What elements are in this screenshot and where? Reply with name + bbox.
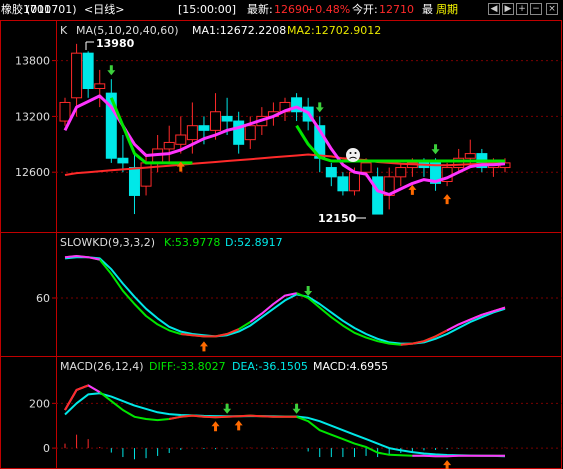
y-tick-label: 0 [43, 442, 50, 455]
candle-body [233, 120, 245, 145]
ma1-value: MA1:12672.2208 [192, 24, 286, 37]
candle-body [186, 125, 198, 141]
candle-body [59, 101, 71, 122]
change-value: +0.48% [306, 3, 351, 16]
candle-body [71, 52, 83, 99]
chart-area[interactable]: 13800 13200 12600 60 200 0 K MA(5,10,20,40,60… [0, 20, 563, 469]
y-tick-label: 200 [29, 397, 50, 410]
macd-lines [64, 384, 506, 458]
macd-overlay-flat [169, 414, 297, 420]
smiley-icon [346, 148, 360, 162]
candle-body [348, 171, 360, 192]
open-value: 12710 [379, 3, 414, 16]
y-tick-label: 60 [36, 292, 50, 305]
candle-body [395, 167, 407, 178]
y-tick-label: 12600 [15, 166, 50, 179]
period-label: <日线> [84, 3, 125, 16]
ma-params-label: MA(5,10,20,40,60) [76, 24, 179, 37]
ma2-value: MA2:12702.9012 [287, 24, 381, 37]
candle-body [117, 157, 129, 164]
signal-arrows [107, 65, 452, 469]
candle-body [221, 115, 233, 122]
arrow-left-icon[interactable]: ◀ [488, 3, 500, 15]
kd-sell-arrow-icon [304, 286, 313, 296]
period-tab-latest[interactable]: 最 [422, 0, 433, 20]
close-icon[interactable]: × [546, 3, 558, 15]
y-tick-label: 13200 [15, 110, 50, 123]
macd-dea-line [64, 392, 506, 458]
period-tab-cycle[interactable]: 周期 [436, 0, 458, 20]
candle-body [337, 176, 349, 192]
macd-sell-arrow-icon [223, 403, 232, 414]
candle-body [163, 141, 175, 150]
candle-body [94, 83, 106, 89]
zoom-in-icon[interactable]: + [516, 3, 528, 15]
arrow-right-icon[interactable]: ▶ [502, 3, 514, 15]
y-axis-ticks: 13800 13200 12600 60 200 0 [15, 55, 56, 455]
low-marker-label: 12150 [318, 212, 357, 225]
date-label: [15:00:00] [178, 3, 236, 16]
zoom-out-icon[interactable]: − [530, 3, 542, 15]
candle-body [82, 52, 94, 89]
candle-body [325, 167, 337, 178]
macd-buy-arrow-icon [234, 420, 243, 431]
high-marker-label: 13980 [96, 37, 135, 50]
price-indicator-label: K [60, 24, 68, 37]
latest-value: 12690 [274, 3, 309, 16]
candle-body [244, 125, 256, 141]
kd-k-value: K:53.9778 [164, 236, 220, 249]
title-bar: 橡胶1701 (010701) <日线> [15:00:00] 最新: 1269… [0, 0, 563, 20]
y-tick-label: 13800 [15, 55, 50, 68]
macd-label: MACD(26,12,4) [60, 360, 144, 373]
macd-diff-line [64, 384, 505, 458]
candle-body [210, 111, 222, 131]
latest-label: 最新: [247, 3, 273, 16]
candle-body [360, 162, 372, 173]
kd-d-value: D:52.8917 [225, 236, 283, 249]
kd-label: SLOWKD(9,3,3,2) [60, 236, 155, 249]
candle-body [372, 176, 384, 215]
open-label: 今开: [352, 3, 378, 16]
high-marker: 13980 [85, 37, 135, 50]
low-marker: 12150 [318, 212, 366, 225]
contract-code: (010701) [26, 3, 77, 16]
candle-body [175, 134, 187, 145]
candlesticks [59, 43, 511, 215]
macd-diff-value: DIFF:-33.8027 [149, 360, 226, 373]
price-sell-arrow-icon [431, 144, 440, 155]
macd-buy-arrow-icon [211, 421, 220, 432]
price-sell-arrow-icon [315, 102, 324, 113]
kd-buy-arrow-icon [199, 341, 208, 352]
macd-macd-value: MACD:4.6955 [313, 360, 388, 373]
macd-overlay-tail [412, 454, 505, 458]
price-sell-arrow-icon [107, 65, 116, 76]
macd-buy-arrow-icon [443, 460, 452, 469]
macd-sell-arrow-icon [292, 403, 301, 414]
macd-dea-value: DEA:-36.1505 [232, 360, 308, 373]
candle-body [128, 167, 140, 196]
kd-lines [64, 255, 506, 346]
candle-body [198, 125, 210, 131]
price-buy-arrow-icon [443, 194, 452, 205]
candle-body [464, 153, 476, 159]
